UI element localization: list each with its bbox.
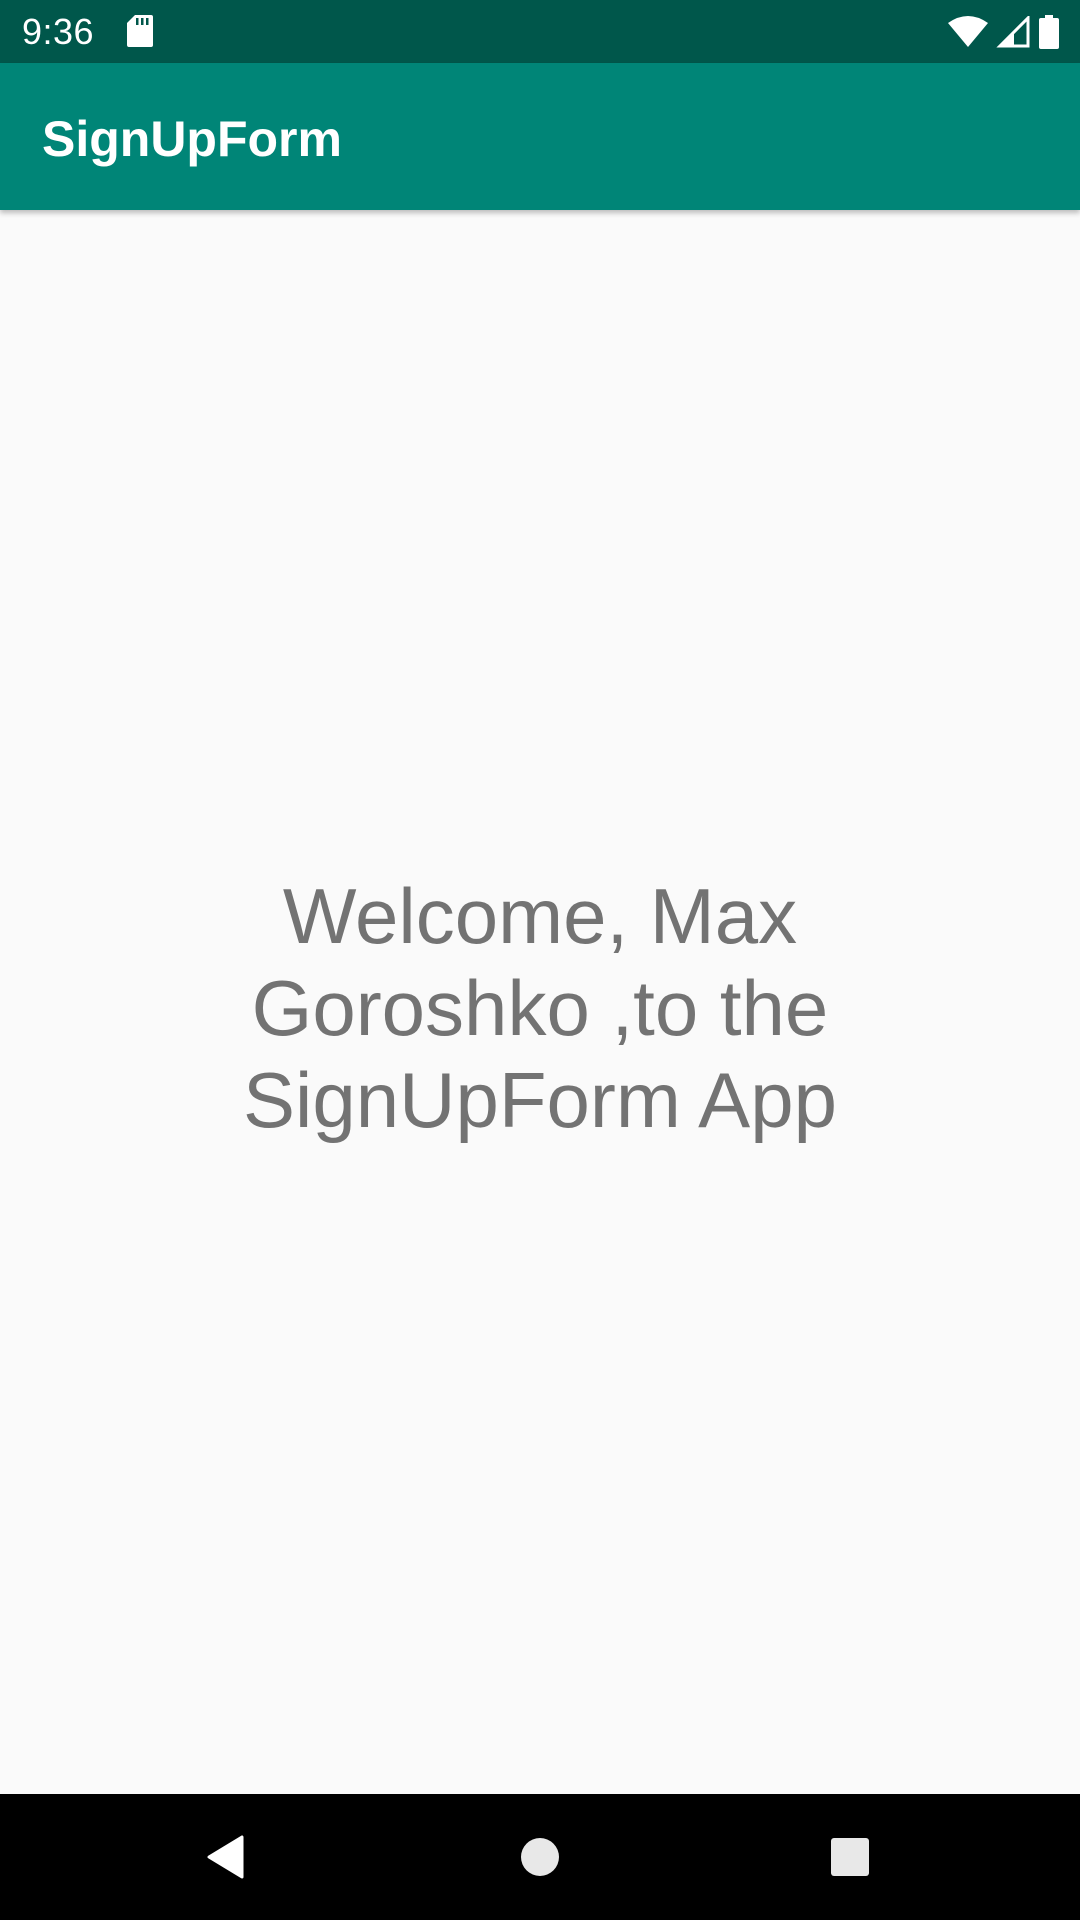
wifi-icon bbox=[948, 16, 988, 47]
back-icon bbox=[207, 1835, 244, 1879]
recents-icon bbox=[831, 1838, 869, 1876]
battery-icon bbox=[1039, 15, 1059, 49]
app-title: SignUpForm bbox=[42, 111, 342, 167]
main-content: Welcome, Max Goroshko ,to the SignUpForm… bbox=[0, 210, 1080, 1794]
signal-icon bbox=[996, 16, 1030, 48]
screen: 9:36 SignUpForm Welcome, Max Goroshko ,t… bbox=[0, 0, 1080, 1920]
status-icons bbox=[948, 14, 1060, 50]
recents-button[interactable] bbox=[817, 1824, 883, 1890]
home-icon bbox=[521, 1838, 559, 1876]
app-bar: SignUpForm bbox=[0, 63, 1080, 210]
welcome-message: Welcome, Max Goroshko ,to the SignUpForm… bbox=[243, 872, 837, 1144]
sd-card-icon bbox=[127, 15, 153, 47]
home-button[interactable] bbox=[507, 1824, 573, 1890]
status-time: 9:36 bbox=[22, 11, 95, 52]
navigation-bar bbox=[0, 1794, 1080, 1920]
status-bar: 9:36 bbox=[0, 0, 1080, 63]
back-button[interactable] bbox=[193, 1824, 259, 1890]
